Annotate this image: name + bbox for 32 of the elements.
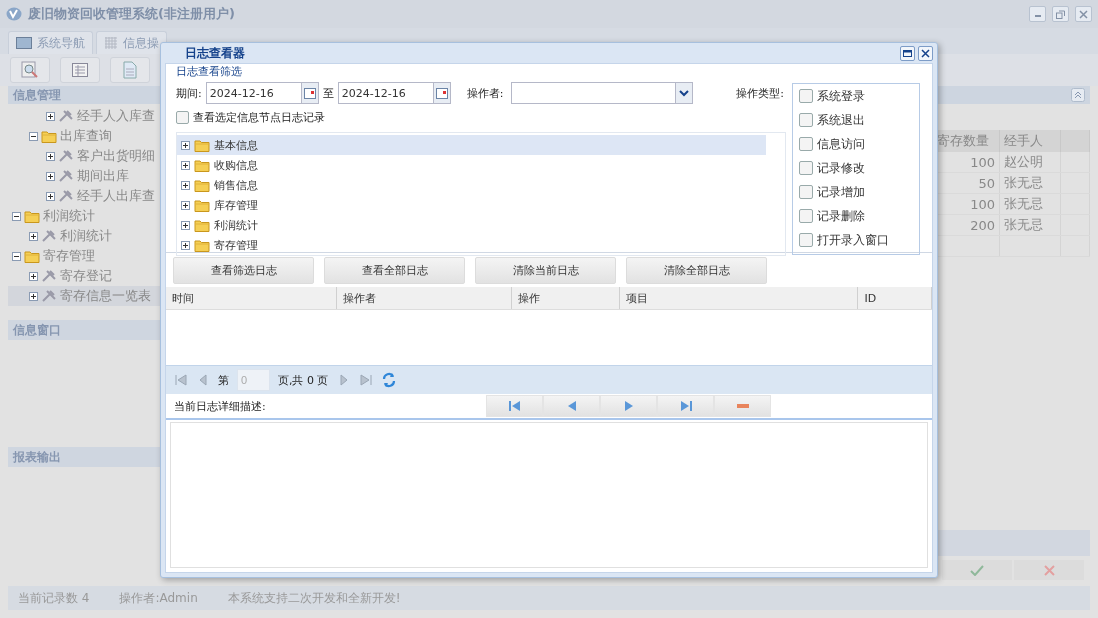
field-label: 至 — [322, 85, 334, 101]
column-header: 时间 — [166, 287, 337, 309]
field-label: 期间: — [176, 85, 202, 101]
panel-title: 信息管理 — [13, 86, 61, 104]
pager-label: 页,共 0 页 — [278, 372, 329, 388]
app-title: 废旧物资回收管理系统(非注册用户) — [28, 5, 236, 23]
checkbox-label: 系统登录 — [817, 88, 865, 105]
status-text: 当前记录数 4 — [18, 589, 90, 607]
table-cell: 张无忌 — [999, 214, 1061, 236]
checkbox-label: 记录修改 — [817, 160, 865, 177]
column-header: 操作者 — [336, 287, 512, 309]
dialog-title: 日志查看器 — [185, 44, 246, 62]
checkbox-label: 打开录入窗口 — [817, 232, 889, 249]
field-label: 操作类型: — [736, 85, 784, 101]
checkbox-label: 记录删除 — [817, 208, 865, 225]
table-cell: 张无忌 — [999, 172, 1061, 194]
table-cell: 赵公明 — [999, 152, 1061, 173]
checkbox-label: 查看选定信息节点日志记录 — [193, 109, 325, 125]
status-text: 操作者:Admin — [119, 589, 198, 607]
pager-label: 第 — [218, 372, 229, 388]
status-text: 本系统支持二次开发和全新开发! — [227, 589, 401, 607]
checkbox-label: 系统退出 — [817, 112, 865, 129]
group-title: 日志查看筛选 — [176, 64, 243, 80]
column-header: 经手人 — [999, 130, 1061, 152]
column-header: ID — [858, 287, 932, 309]
column-header: 项目 — [619, 287, 859, 309]
checkbox-label: 信息访问 — [817, 136, 865, 153]
table-cell: 张无忌 — [999, 193, 1061, 215]
checkbox-label: 记录增加 — [817, 184, 865, 201]
column-header: 操作 — [511, 287, 620, 309]
field-label: 操作者: — [466, 85, 504, 101]
detail-label: 当前日志详细描述: — [174, 398, 267, 414]
